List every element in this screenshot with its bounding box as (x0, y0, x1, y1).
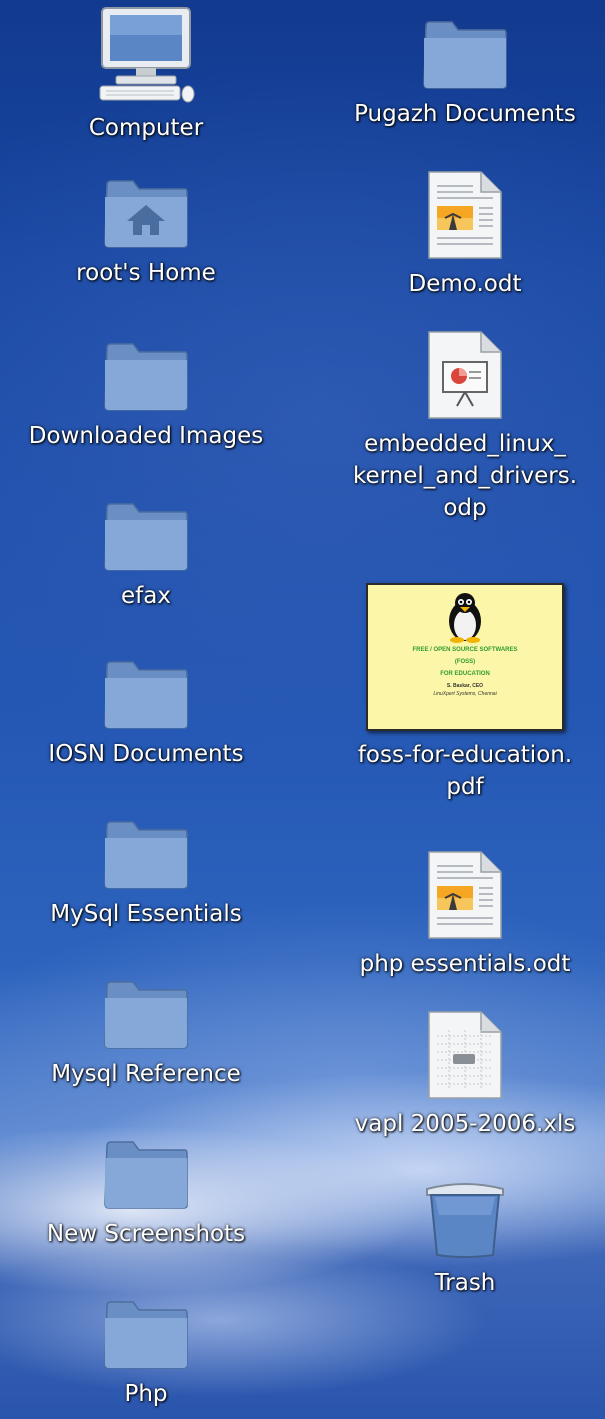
vapl-xls-label: vapl 2005-2006.xls (354, 1111, 576, 1137)
desktop-icon-computer[interactable]: Computer (16, 6, 276, 144)
trash-icon (426, 1183, 504, 1258)
pdf-thumbnail-icon: FREE / OPEN SOURCE SOFTWARES (FOSS) FOR … (366, 583, 564, 731)
desktop-icon-demo-odt[interactable]: Demo.odt (335, 170, 595, 300)
pdf-thumb-line2: (FOSS) (454, 659, 476, 665)
iosn-documents-label: IOSN Documents (48, 741, 244, 767)
pdf-thumb-line4: S. Baskar, CEO (446, 683, 484, 689)
desktop-icon-new-screenshots[interactable]: New Screenshots (16, 1138, 276, 1250)
php-label: Php (124, 1381, 168, 1407)
folder-icon (104, 1301, 188, 1369)
home-folder-icon (104, 180, 188, 248)
roots-home-label: root's Home (76, 260, 216, 286)
desktop-icon-mysql-reference[interactable]: Mysql Reference (16, 978, 276, 1090)
embedded-linux-label: embedded_linux_ kernel_and_drivers. odp (352, 431, 578, 521)
folder-icon (104, 503, 188, 571)
odt-document-icon (428, 171, 502, 259)
desktop-icon-mysql-essentials[interactable]: MySql Essentials (16, 818, 276, 930)
desktop-icon-roots-home[interactable]: root's Home (16, 177, 276, 289)
desktop-icon-foss-for-education-pdf[interactable]: FREE / OPEN SOURCE SOFTWARES (FOSS) FOR … (335, 583, 595, 803)
demo-odt-label: Demo.odt (408, 271, 522, 297)
penguin-icon (449, 593, 481, 643)
pdf-thumb-line3: FOR EDUCATION (440, 671, 490, 677)
folder-icon (104, 821, 188, 889)
mysql-essentials-label: MySql Essentials (50, 901, 242, 927)
computer-label: Computer (88, 115, 204, 141)
computer-icon (99, 7, 195, 103)
pugazh-documents-label: Pugazh Documents (354, 101, 576, 127)
folder-icon (104, 1141, 188, 1209)
pdf-thumb-line5: LinuXpert Systems, Chennai (433, 691, 497, 697)
folder-icon (104, 661, 188, 729)
trash-label: Trash (434, 1270, 496, 1296)
php-essentials-label: php essentials.odt (359, 951, 571, 977)
desktop-icon-downloaded-images[interactable]: Downloaded Images (16, 340, 276, 452)
folder-icon (423, 21, 507, 89)
spreadsheet-icon (428, 1011, 502, 1099)
odp-presentation-icon (428, 331, 502, 419)
downloaded-images-label: Downloaded Images (28, 423, 264, 449)
desktop-icon-embedded-linux-odp[interactable]: embedded_linux_ kernel_and_drivers. odp (335, 330, 595, 524)
foss-for-education-label: foss-for-education. pdf (357, 742, 573, 800)
efax-label: efax (121, 583, 171, 609)
desktop-icon-efax[interactable]: efax (16, 500, 276, 612)
folder-icon (104, 981, 188, 1049)
desktop-icon-vapl-xls[interactable]: vapl 2005-2006.xls (335, 1010, 595, 1140)
desktop-icon-php[interactable]: Php (16, 1298, 276, 1410)
desktop-icon-iosn-documents[interactable]: IOSN Documents (16, 658, 276, 770)
desktop-icon-trash[interactable]: Trash (335, 1175, 595, 1299)
mysql-reference-label: Mysql Reference (51, 1061, 241, 1087)
new-screenshots-label: New Screenshots (46, 1221, 246, 1247)
desktop-icon-pugazh-documents[interactable]: Pugazh Documents (335, 18, 595, 130)
folder-icon (104, 343, 188, 411)
desktop-icon-php-essentials-odt[interactable]: php essentials.odt (335, 850, 595, 980)
odt-document-icon (428, 851, 502, 939)
pdf-thumb-line1: FREE / OPEN SOURCE SOFTWARES (412, 647, 518, 653)
